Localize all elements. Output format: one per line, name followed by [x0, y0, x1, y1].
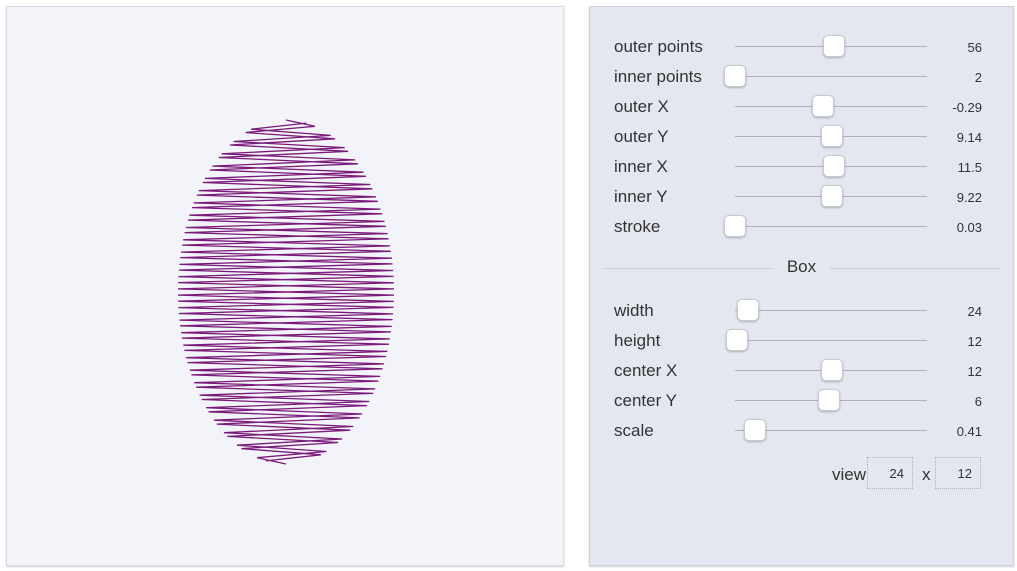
height-slider-track[interactable]: [735, 340, 927, 341]
height-slider-thumb[interactable]: [725, 329, 748, 351]
outer-points-label: outer points: [614, 37, 703, 56]
box-section-divider: Box: [603, 257, 1000, 277]
center-y-slider-thumb[interactable]: [817, 389, 840, 411]
scale-slider-thumb[interactable]: [743, 419, 766, 441]
outer-x-slider-thumb[interactable]: [812, 95, 835, 117]
height-label: height: [614, 331, 661, 350]
scale-value: 0.41: [956, 424, 982, 439]
center-x-value: 12: [967, 364, 982, 379]
inner-points-row: inner points 2: [590, 62, 1013, 92]
inner-points-label: inner points: [614, 67, 702, 86]
stroke-label: stroke: [614, 217, 661, 236]
view-box-height-input[interactable]: 12: [935, 457, 981, 489]
inner-x-slider-thumb[interactable]: [823, 155, 845, 177]
center-y-value: 6: [974, 394, 982, 409]
scale-label: scale: [614, 421, 654, 440]
view-box-separator: x: [922, 465, 931, 484]
inner-points-slider-track[interactable]: [735, 76, 927, 77]
center-x-label: center X: [614, 361, 678, 380]
width-slider-thumb[interactable]: [736, 299, 759, 321]
inner-points-slider-thumb[interactable]: [724, 65, 746, 87]
outer-x-label: outer X: [614, 97, 669, 116]
outer-y-row: outer Y 9.14: [590, 122, 1013, 152]
box-center-x-row: center X 12: [590, 356, 1013, 386]
inner-x-label: inner X: [614, 157, 668, 176]
pattern-drawing: [177, 119, 395, 465]
box-height-row: height 12: [590, 326, 1013, 356]
box-width-row: width 24: [590, 296, 1013, 326]
box-center-y-row: center Y 6: [590, 386, 1013, 416]
inner-y-row: inner Y 9.22: [590, 182, 1013, 212]
outer-y-slider-thumb[interactable]: [821, 125, 844, 147]
box-section-title: Box: [786, 257, 817, 276]
width-slider-track[interactable]: [735, 310, 927, 311]
center-y-label: center Y: [614, 391, 678, 410]
outer-points-row: outer points 56: [590, 32, 1013, 62]
divider-line-right: [830, 268, 1000, 269]
outer-y-label: outer Y: [614, 127, 669, 146]
stroke-slider-track[interactable]: [735, 226, 927, 227]
width-label: width: [614, 301, 654, 320]
height-value: 12: [967, 334, 982, 349]
stroke-row: stroke 0.03: [590, 212, 1013, 242]
inner-y-slider-thumb[interactable]: [821, 185, 844, 207]
outer-x-row: outer X -0.29: [590, 92, 1013, 122]
inner-y-label: inner Y: [614, 187, 668, 206]
width-value: 24: [967, 304, 982, 319]
controls-panel: outer points 56 inner points 2 outer X -0.29 o…: [589, 6, 1014, 566]
box-scale-row: scale 0.41: [590, 416, 1013, 446]
outer-x-value: -0.29: [952, 100, 982, 115]
stroke-value: 0.03: [956, 220, 982, 235]
outer-y-value: 9.14: [956, 130, 982, 145]
inner-x-value: 11.5: [957, 160, 982, 175]
inner-y-value: 9.22: [956, 190, 982, 205]
outer-points-value: 56: [967, 40, 982, 55]
pattern-zigzag-line-2: [177, 122, 395, 462]
outer-points-slider-thumb[interactable]: [823, 35, 845, 57]
inner-points-value: 2: [974, 70, 982, 85]
inner-x-row: inner X 11.5: [590, 152, 1013, 182]
view-box-width-input[interactable]: 24: [867, 457, 913, 489]
drawing-canvas: [6, 6, 564, 566]
center-x-slider-thumb[interactable]: [821, 359, 844, 381]
stroke-slider-thumb[interactable]: [724, 215, 746, 237]
